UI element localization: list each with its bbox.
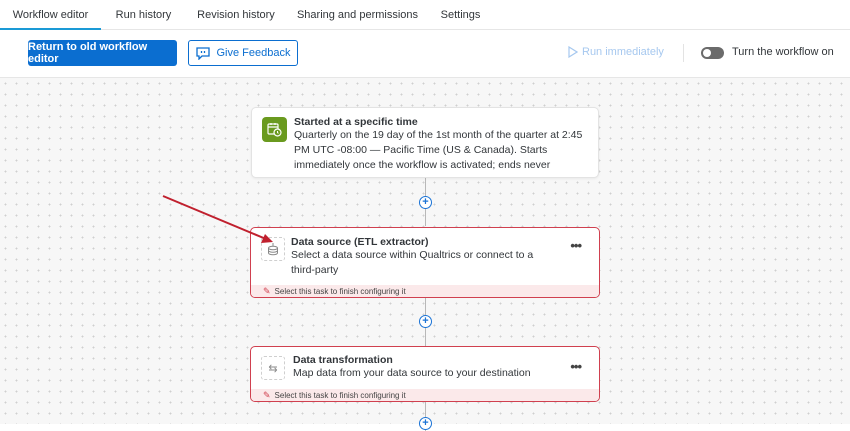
tab-revision-history[interactable]: Revision history [186,0,286,30]
tab-workflow-editor[interactable]: Workflow editor [0,0,101,30]
feedback-icon [195,46,210,60]
give-feedback-button[interactable]: Give Feedback [188,40,298,66]
play-icon [568,46,578,58]
toolbar: Return to old workflow editor Give Feedb… [0,30,850,78]
tab-sharing-permissions[interactable]: Sharing and permissions [286,0,429,30]
workflow-toggle-label: Turn the workflow on [732,46,834,58]
tab-settings[interactable]: Settings [429,0,492,30]
tab-run-history[interactable]: Run history [101,0,186,30]
give-feedback-label: Give Feedback [216,47,291,59]
workflow-toggle[interactable] [701,47,724,59]
workflow-canvas[interactable]: + + + Started at a specific time Quarter… [0,78,850,431]
return-old-editor-button[interactable]: Return to old workflow editor [28,40,177,66]
annotation-arrow-icon [162,195,273,243]
run-immediately-button[interactable]: Run immediately [568,46,664,58]
divider [683,44,684,62]
run-immediately-label: Run immediately [582,46,664,58]
tab-bar: Workflow editor Run history Revision his… [0,0,850,30]
